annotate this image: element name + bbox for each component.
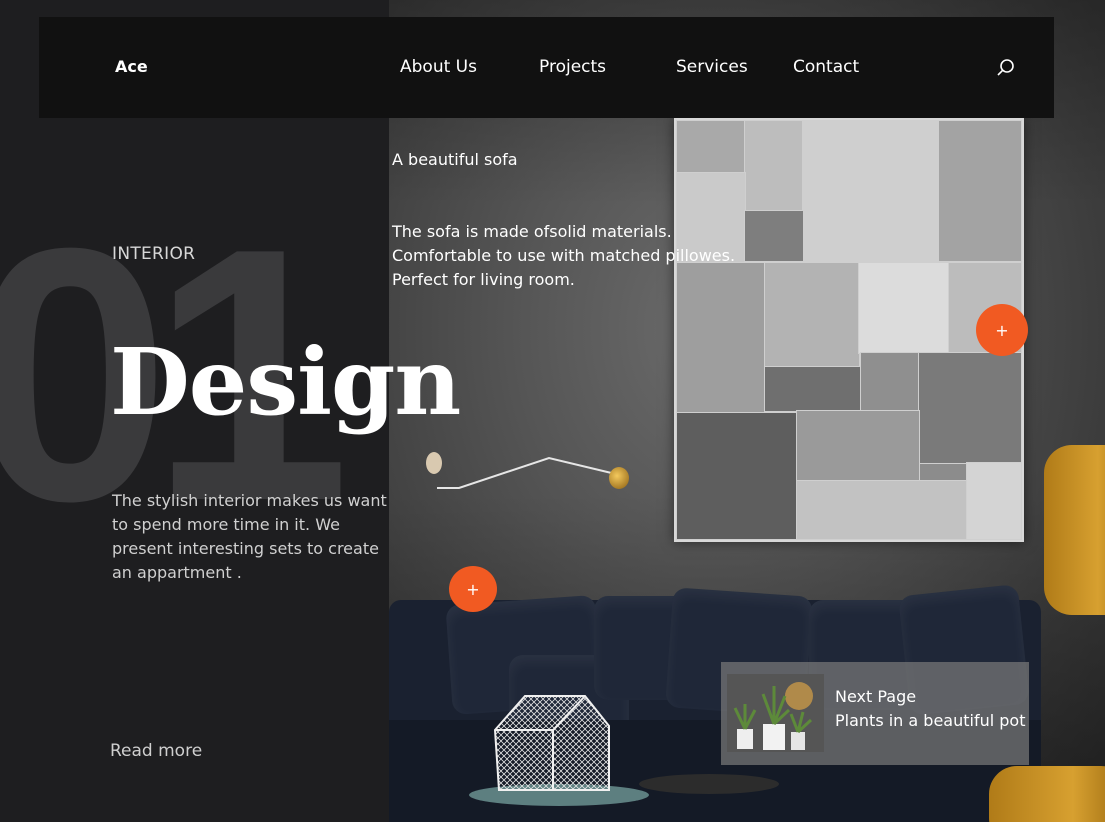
- nav-about-us[interactable]: About Us: [400, 57, 477, 77]
- search-icon: [997, 59, 1014, 76]
- hero-description: The stylish interior makes us want to sp…: [112, 491, 387, 582]
- next-page-thumbnail: [727, 674, 824, 752]
- mirror-artwork: [674, 118, 1024, 542]
- read-more-link[interactable]: Read more: [110, 741, 202, 761]
- hotspot-mirror[interactable]: +: [976, 304, 1028, 356]
- nav-projects[interactable]: Projects: [539, 57, 606, 77]
- search-button[interactable]: [995, 57, 1017, 79]
- brand-logo[interactable]: Ace: [115, 57, 148, 76]
- hotspot-sofa[interactable]: +: [449, 566, 497, 612]
- category-label: INTERIOR: [112, 244, 196, 264]
- product-title: A beautiful sofa: [392, 150, 518, 169]
- product-description: The sofa is made ofsolid materials. Comf…: [392, 222, 736, 289]
- nav-services[interactable]: Services: [676, 57, 748, 77]
- wire-house-decor: [493, 695, 610, 791]
- plant-icon: [727, 674, 824, 752]
- next-page-card[interactable]: Next Page Plants in a beautiful pot: [721, 662, 1029, 765]
- armchair: [1044, 445, 1105, 615]
- hero-headline: Design: [110, 328, 461, 436]
- next-page-subtitle: Plants in a beautiful pot: [835, 711, 1026, 730]
- top-nav: Ace About Us Projects Services Contact: [39, 17, 1054, 118]
- next-page-title: Next Page: [835, 687, 917, 706]
- nav-contact[interactable]: Contact: [793, 57, 859, 77]
